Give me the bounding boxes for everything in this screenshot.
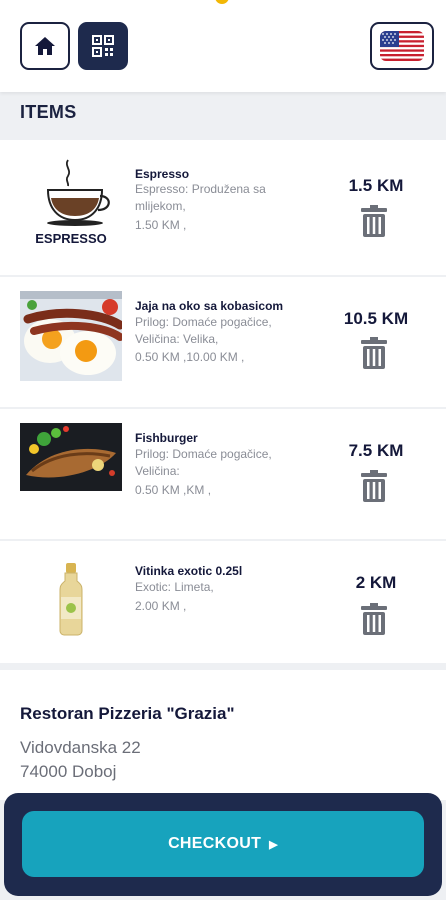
eggs-sausage-image [20,291,125,381]
item-total: 10.5 KM [343,309,409,328]
item-prices: 0.50 KM ,KM , [135,483,212,497]
cart-item: Vitinka exotic 0.25l Exotic: Limeta, 2.0… [0,541,446,663]
item-prices: 1.50 KM , [135,218,187,232]
cart-item: ESPRESSO Espresso Espresso: Produžena sa… [0,140,446,275]
espresso-image: ESPRESSO [20,158,122,248]
us-flag-icon [380,31,424,61]
qr-code-button[interactable] [78,22,128,70]
checkout-label: CHECKOUT [168,835,262,852]
fishburger-image [20,423,122,491]
restaurant-city: 74000 Doboj [20,762,117,781]
item-name: Vitinka exotic 0.25l [135,564,243,578]
trash-icon [361,603,387,635]
item-total: 7.5 KM [348,441,404,460]
trash-icon [361,470,387,502]
item-total: 2 KM [355,573,397,592]
item-description: Espresso: Produžena sa mlijekom, [135,182,266,213]
top-bar [0,0,446,92]
checkout-footer: CHECKOUT ▶ [4,793,442,896]
delete-item-button[interactable] [361,603,387,635]
restaurant-address: Vidovdanska 22 74000 Doboj [20,736,141,784]
delete-item-button[interactable] [361,470,387,502]
home-icon [35,37,55,55]
trash-icon [361,337,387,369]
home-button[interactable] [20,22,70,70]
item-name: Fishburger [135,431,198,445]
caret-right-icon: ▶ [269,838,278,851]
delete-item-button[interactable] [361,337,387,369]
qr-code-icon [92,35,114,57]
restaurant-info: Restoran Pizzeria "Grazia" Vidovdanska 2… [0,670,446,800]
notch-indicator [215,0,229,4]
cart-item: Fishburger Prilog: Domaće pogačice, Veli… [0,409,446,539]
espresso-image-label: ESPRESSO [35,231,107,246]
item-name: Espresso [135,167,190,181]
cart-item: Jaja na oko sa kobasicom Prilog: Domaće … [0,277,446,407]
item-description: Exotic: Limeta, [135,580,214,594]
language-button[interactable] [370,22,434,70]
bottle-image [20,559,122,639]
item-prices: 0.50 KM ,10.00 KM , [135,350,245,364]
restaurant-name: Restoran Pizzeria "Grazia" [20,704,235,723]
trash-icon [361,205,387,237]
delete-item-button[interactable] [361,205,387,237]
items-heading: ITEMS [20,102,77,122]
item-description: Prilog: Domaće pogačice, Veličina: [135,447,272,478]
item-prices: 2.00 KM , [135,599,187,613]
item-total: 1.5 KM [348,176,404,195]
restaurant-street: Vidovdanska 22 [20,738,141,757]
checkout-button[interactable]: CHECKOUT ▶ [22,811,424,877]
item-name: Jaja na oko sa kobasicom [135,299,284,313]
item-description: Prilog: Domaće pogačice, Veličina: Velik… [135,315,272,346]
